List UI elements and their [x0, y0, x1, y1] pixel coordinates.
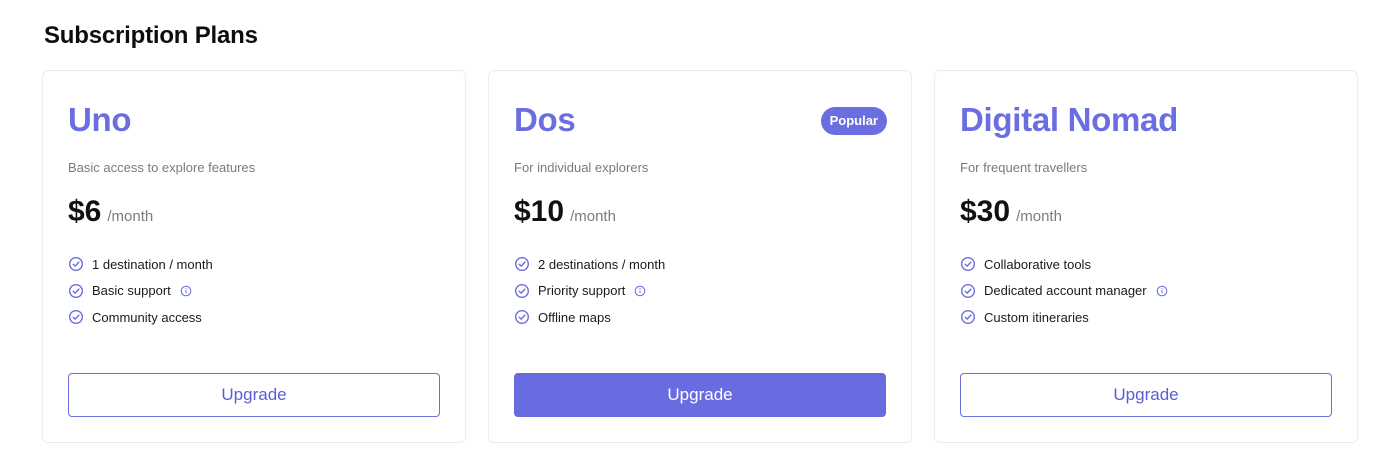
feature-list: 2 destinations / month Priority support …: [514, 251, 665, 331]
price-row: $10 /month: [514, 195, 616, 229]
check-circle-icon: [960, 309, 976, 325]
plan-name: Dos: [514, 101, 576, 138]
plan-card-dos: Dos Popular For individual explorers $10…: [488, 70, 912, 443]
check-circle-icon: [514, 256, 530, 272]
check-circle-icon: [68, 283, 84, 299]
upgrade-button[interactable]: Upgrade: [68, 373, 440, 417]
check-circle-icon: [514, 309, 530, 325]
plan-period: /month: [107, 208, 154, 225]
feature-item: 2 destinations / month: [514, 251, 665, 278]
feature-label: Community access: [92, 309, 202, 325]
info-circle-icon[interactable]: [634, 285, 646, 297]
page-title: Subscription Plans: [44, 22, 258, 49]
check-circle-icon: [68, 256, 84, 272]
feature-item: Collaborative tools: [960, 251, 1168, 278]
feature-list: 1 destination / month Basic support Comm…: [68, 251, 213, 331]
feature-label: Collaborative tools: [984, 256, 1091, 272]
plan-price: $10: [514, 195, 565, 228]
info-circle-icon[interactable]: [180, 285, 192, 297]
feature-item: Dedicated account manager: [960, 278, 1168, 305]
price-row: $6 /month: [68, 195, 153, 229]
plan-name: Uno: [68, 101, 132, 138]
feature-item: Priority support: [514, 278, 665, 305]
plan-price: $30: [960, 195, 1011, 228]
plan-card-uno: Uno Basic access to explore features $6 …: [42, 70, 466, 443]
feature-item: Community access: [68, 304, 213, 331]
feature-label: Custom itineraries: [984, 309, 1089, 325]
plan-name: Digital Nomad: [960, 101, 1178, 138]
feature-item: Basic support: [68, 278, 213, 305]
plan-price: $6: [68, 195, 102, 228]
plan-description: For frequent travellers: [960, 160, 1088, 175]
plan-card-digital-nomad: Digital Nomad For frequent travellers $3…: [934, 70, 1358, 443]
feature-item: Offline maps: [514, 304, 665, 331]
feature-list: Collaborative tools Dedicated account ma…: [960, 251, 1168, 331]
check-circle-icon: [68, 309, 84, 325]
feature-label: Priority support: [538, 283, 626, 299]
feature-label: Basic support: [92, 283, 171, 299]
upgrade-button[interactable]: Upgrade: [514, 373, 886, 417]
plan-description: For individual explorers: [514, 160, 649, 175]
check-circle-icon: [514, 283, 530, 299]
plan-description: Basic access to explore features: [68, 160, 256, 175]
popular-badge: Popular: [820, 107, 887, 135]
info-circle-icon[interactable]: [1156, 285, 1168, 297]
plan-period: /month: [1016, 208, 1062, 225]
feature-label: Dedicated account manager: [984, 283, 1147, 299]
plans-grid: Uno Basic access to explore features $6 …: [42, 70, 1358, 443]
plan-period: /month: [570, 208, 616, 225]
feature-label: 1 destination / month: [92, 256, 213, 272]
price-row: $30 /month: [960, 195, 1062, 229]
upgrade-button[interactable]: Upgrade: [960, 373, 1332, 417]
check-circle-icon: [960, 256, 976, 272]
feature-item: 1 destination / month: [68, 251, 213, 278]
feature-item: Custom itineraries: [960, 304, 1168, 331]
feature-label: 2 destinations / month: [538, 256, 666, 272]
feature-label: Offline maps: [538, 309, 611, 325]
check-circle-icon: [960, 283, 976, 299]
